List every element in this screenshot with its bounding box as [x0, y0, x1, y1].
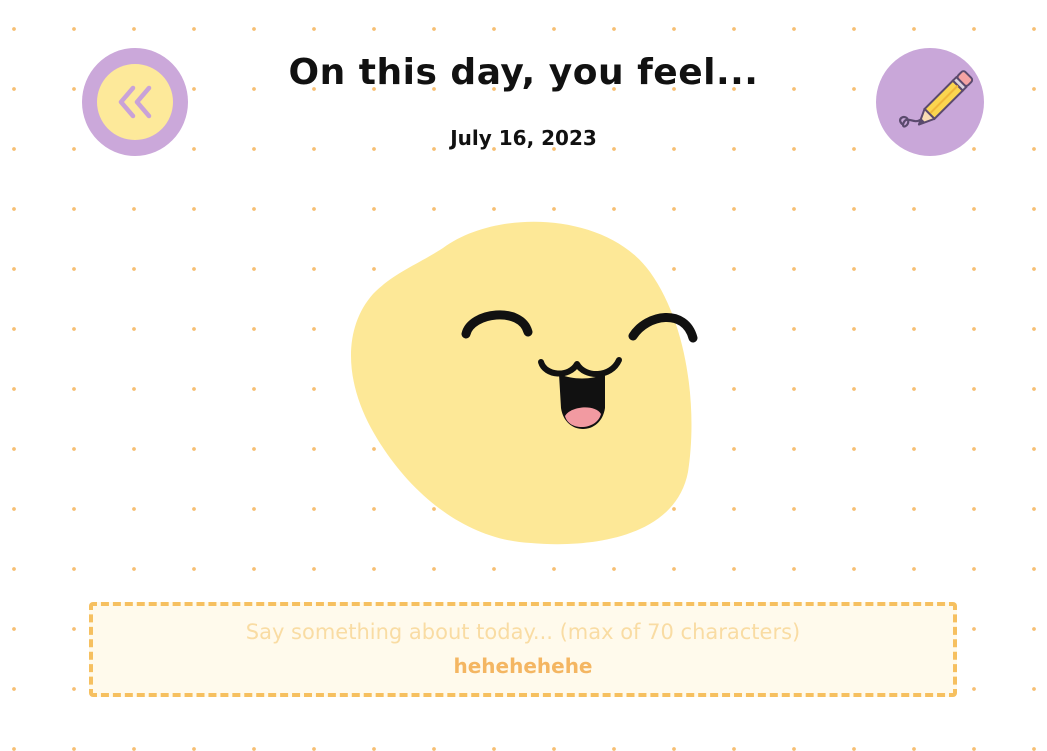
note-placeholder: Say something about today... (max of 70 …: [245, 620, 801, 644]
note-input[interactable]: Say something about today... (max of 70 …: [89, 602, 957, 697]
happy-face-icon: [351, 221, 698, 545]
note-value: hehehehehe: [453, 654, 593, 678]
pencil-icon: [899, 70, 974, 128]
mood-blob-shape: [351, 221, 692, 545]
edit-button[interactable]: [876, 48, 984, 156]
